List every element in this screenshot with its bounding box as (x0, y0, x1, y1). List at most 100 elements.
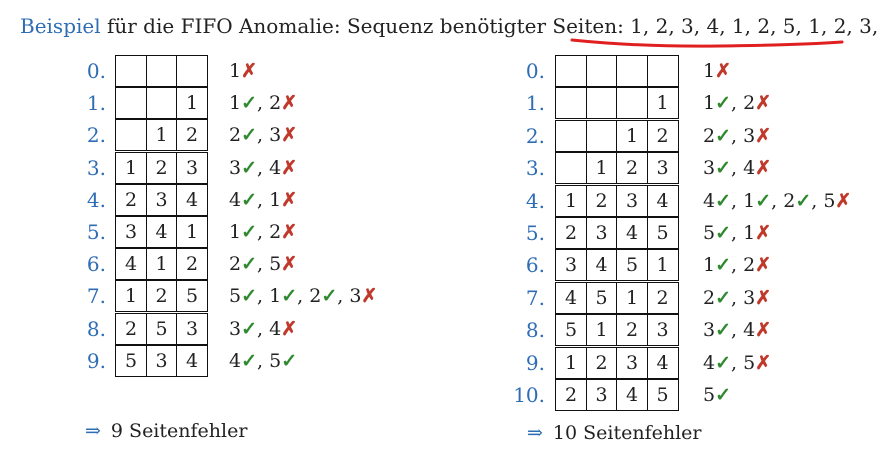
cross-icon: ✗ (281, 188, 298, 211)
row-index: 9. (86, 348, 106, 373)
row-index: 8. (525, 318, 545, 343)
page-requests: 3✓, 4✗ (229, 317, 298, 340)
frame-cell: 2 (145, 151, 178, 184)
row-index: 4. (525, 188, 545, 213)
request-page: 1 (229, 60, 242, 82)
frame-cells: 1 (115, 87, 208, 120)
sequence-underline (570, 38, 844, 48)
request-page: 5 (229, 285, 242, 308)
frame-cell: 2 (646, 281, 679, 314)
frame-cells: 5123 (555, 314, 679, 347)
page-requests: 4✓, 5✗ (703, 351, 772, 374)
frame-cell: 1 (585, 152, 618, 185)
cross-icon: ✗ (755, 92, 772, 115)
checkmark-icon: ✓ (241, 92, 258, 115)
request-page: 2 (229, 124, 242, 147)
row-index: 7. (86, 284, 106, 309)
checkmark-icon: ✓ (795, 189, 812, 212)
frame-cells: 1234 (555, 184, 679, 217)
frame-cell: 3 (616, 184, 648, 217)
frame-cell: 1 (176, 87, 208, 120)
frame-cells: 412 (115, 248, 208, 281)
cross-icon: ✗ (281, 124, 298, 147)
frame-cell: 3 (176, 312, 208, 345)
frame-cell (585, 87, 618, 120)
implies-arrow-icon: ⇒ (85, 420, 101, 442)
cross-icon: ✗ (281, 92, 298, 115)
request-page: 2 (309, 285, 322, 308)
cross-icon: ✗ (835, 189, 852, 212)
frame-cell: 4 (616, 217, 648, 249)
row-index: 8. (86, 316, 106, 341)
request-page: 2 (269, 92, 282, 115)
frame-cell: 3 (585, 379, 618, 411)
cross-icon: ✗ (755, 351, 772, 374)
frame-cell: 2 (555, 217, 587, 249)
frame-cell: 1 (646, 87, 679, 120)
frame-cell: 4 (616, 379, 648, 411)
frame-cell: 3 (646, 152, 679, 185)
frame-cell: 2 (555, 379, 587, 411)
checkmark-icon: ✓ (241, 124, 258, 147)
request-page: 2 (703, 124, 716, 147)
row-index: 5. (525, 221, 545, 245)
row-index: 0. (86, 59, 106, 83)
frame-cell: 3 (646, 314, 679, 347)
page-requests: 3✓, 4✗ (703, 157, 772, 180)
frame-cell: 2 (585, 184, 618, 217)
frame-cell: 5 (176, 280, 208, 313)
checkmark-icon: ✓ (321, 285, 338, 308)
frame-cell: 3 (585, 217, 618, 249)
page-requests: 5✓ (703, 379, 731, 411)
request-page: 4 (703, 189, 716, 212)
frame-cells: 125 (115, 280, 208, 313)
frame-cell: 1 (646, 249, 679, 282)
frame-cell: 2 (616, 152, 648, 185)
request-page: 4 (269, 156, 282, 179)
cross-icon: ✗ (755, 254, 772, 277)
row-index: 3. (86, 155, 106, 180)
cross-icon: ✗ (755, 124, 772, 147)
checkmark-icon: ✓ (715, 319, 732, 342)
request-page: 2 (703, 286, 716, 309)
request-page: 1 (743, 222, 756, 244)
right-total-text: 10 Seitenfehler (552, 422, 702, 444)
frame-cell: 2 (646, 119, 679, 152)
checkmark-icon: ✓ (241, 156, 258, 179)
frame-cell (646, 55, 679, 87)
frame-cells: 4512 (555, 281, 679, 314)
checkmark-icon: ✓ (755, 189, 772, 212)
page-requests: 1✗ (229, 55, 257, 87)
checkmark-icon: ✓ (241, 221, 258, 243)
frame-cells: 234 (115, 183, 208, 216)
frame-cell: 5 (145, 312, 178, 345)
request-page: 3 (269, 124, 282, 147)
page-requests: 1✗ (703, 55, 731, 87)
cross-icon: ✗ (755, 222, 772, 244)
cross-icon: ✗ (281, 317, 298, 340)
frame-cell (555, 55, 587, 87)
page-requests: 2✓, 5✗ (229, 253, 298, 276)
frame-cell: 2 (616, 314, 648, 347)
request-page: 3 (229, 317, 242, 340)
request-page: 3 (229, 156, 242, 179)
request-page: 5 (703, 222, 716, 244)
checkmark-icon: ✓ (715, 286, 732, 309)
row-index: 2. (525, 123, 545, 148)
frame-cell (555, 152, 587, 185)
frame-cell: 4 (555, 281, 587, 314)
frame-cells: 1234 (555, 346, 679, 379)
cross-icon: ✗ (755, 319, 772, 342)
row-index: 4. (86, 187, 106, 212)
page-requests: 5✓, 1✗ (703, 222, 772, 244)
checkmark-icon: ✓ (241, 349, 258, 372)
frame-cell: 2 (176, 119, 208, 152)
frame-cell (176, 55, 208, 87)
frame-cell: 2 (115, 312, 147, 345)
frame-cell: 1 (145, 248, 178, 281)
page-requests: 1✓, 2✗ (229, 92, 298, 115)
page-requests: 4✓, 1✓, 2✓, 5✗ (703, 189, 852, 212)
frame-cell: 2 (585, 346, 618, 379)
request-page: 5 (269, 349, 282, 372)
request-page: 1 (703, 60, 716, 82)
